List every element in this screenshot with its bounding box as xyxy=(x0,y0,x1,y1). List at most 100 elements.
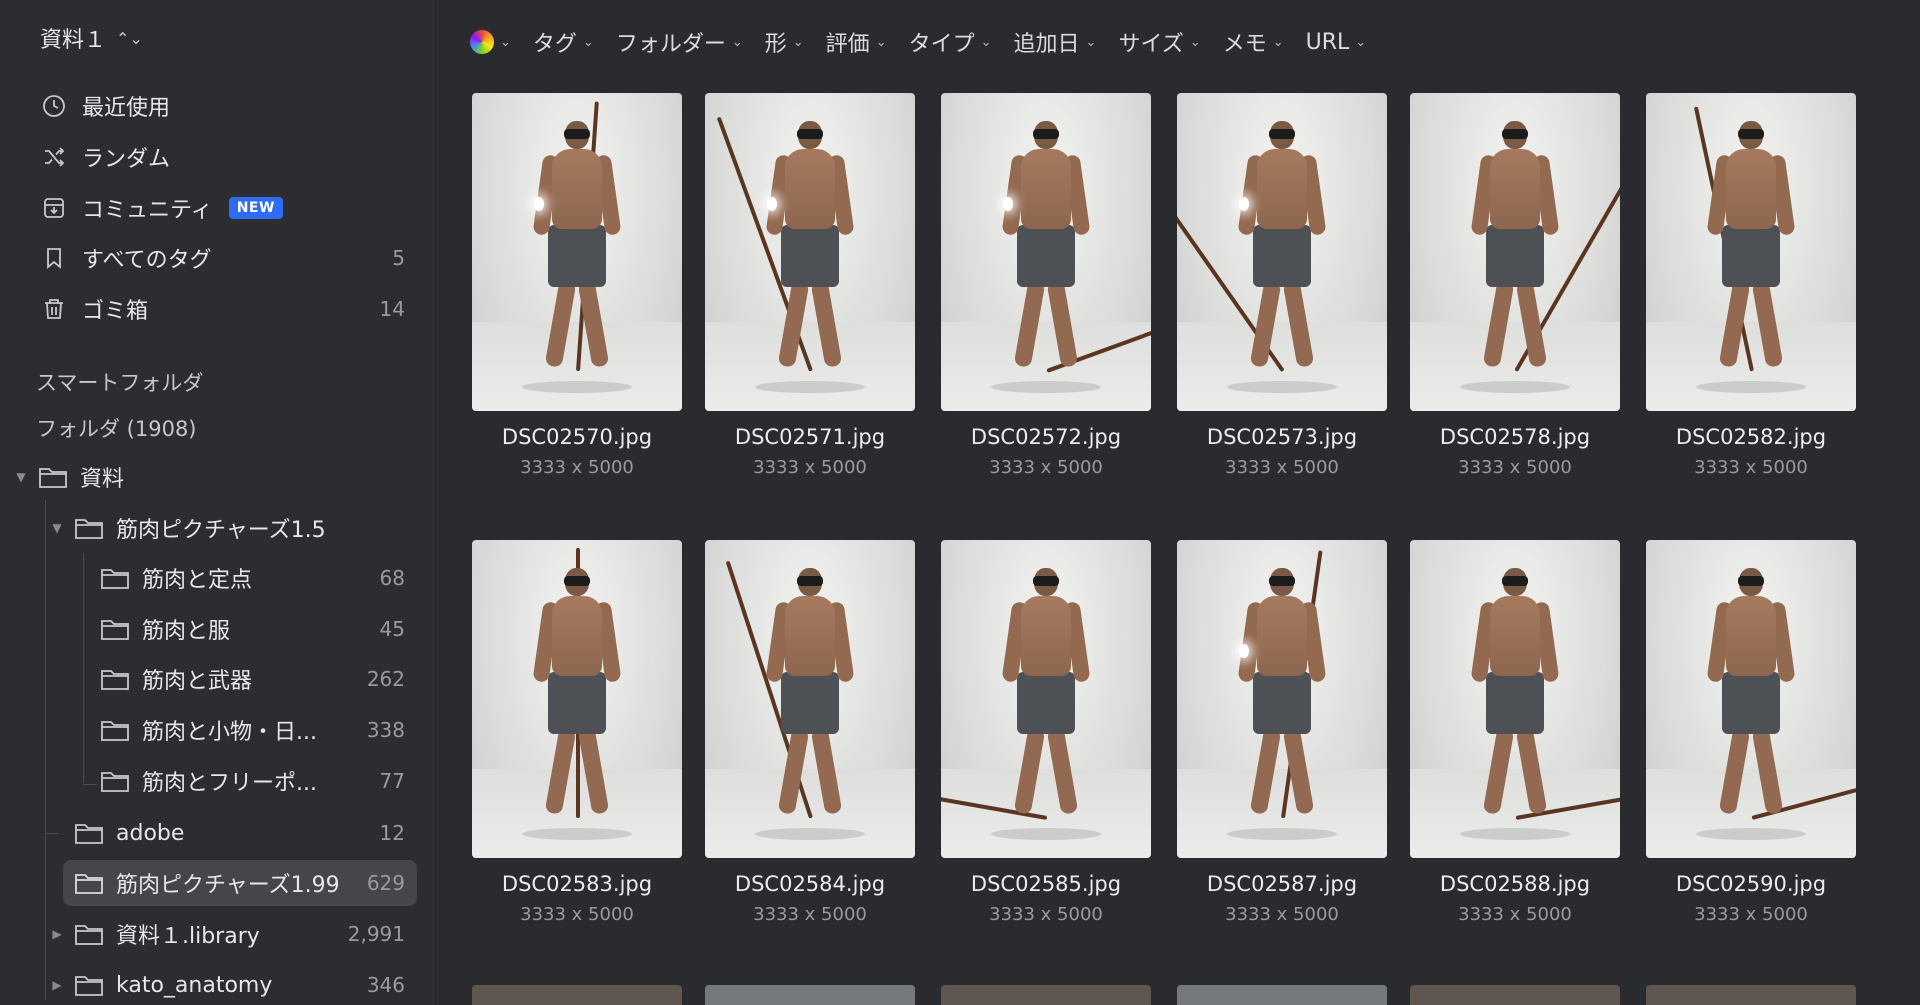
filter-folder[interactable]: フォルダー ⌄ xyxy=(616,26,743,58)
filter-tag[interactable]: タグ ⌄ xyxy=(533,26,594,58)
filter-label: URL xyxy=(1305,29,1350,55)
thumbnail-image[interactable] xyxy=(1646,93,1856,411)
file-name: DSC02590.jpg xyxy=(1675,872,1827,896)
image-card[interactable]: DSC02572.jpg 3333 x 5000 xyxy=(941,93,1151,478)
folder-count: 77 xyxy=(379,769,405,793)
folder-row[interactable]: 筋肉と定点 68 xyxy=(100,555,405,601)
library-switcher[interactable]: 資料１ ⌃⌄ xyxy=(40,22,143,54)
nav-all-tags[interactable]: すべてのタグ 5 xyxy=(40,236,405,280)
file-name: DSC02572.jpg xyxy=(970,425,1122,449)
file-dimensions: 3333 x 5000 xyxy=(1694,904,1808,925)
thumbnail-image[interactable] xyxy=(1646,540,1856,858)
figure-photo xyxy=(1237,550,1327,819)
folder-row[interactable]: 筋肉と服 45 xyxy=(100,606,405,652)
image-card[interactable]: DSC02590.jpg 3333 x 5000 xyxy=(1646,540,1856,925)
figure-photo xyxy=(1706,568,1856,820)
file-dimensions: 3333 x 5000 xyxy=(520,457,634,478)
file-name: DSC02584.jpg xyxy=(734,872,886,896)
thumbnail-image[interactable] xyxy=(1410,540,1620,858)
folder-row-shiryo[interactable]: ▼ 資料 xyxy=(14,454,405,500)
thumbnail-partial[interactable] xyxy=(1646,985,1856,1005)
nav-community[interactable]: コミュニティ NEW xyxy=(40,186,405,230)
folder-row-kinniku-15[interactable]: ▼ 筋肉ピクチャーズ1.5 xyxy=(50,505,405,551)
figure-part xyxy=(797,576,823,586)
image-card[interactable]: DSC02583.jpg 3333 x 5000 xyxy=(472,540,682,925)
nav-random[interactable]: ランダム xyxy=(40,135,405,179)
thumbnail-image[interactable] xyxy=(705,540,915,858)
chevron-down-icon: ⌄ xyxy=(1189,34,1201,50)
caret-down-icon[interactable]: ▼ xyxy=(14,470,28,484)
image-card[interactable]: DSC02573.jpg 3333 x 5000 xyxy=(1177,93,1387,478)
filter-memo[interactable]: メモ ⌄ xyxy=(1223,26,1284,58)
image-card[interactable]: DSC02578.jpg 3333 x 5000 xyxy=(1410,93,1620,478)
thumbnail-image[interactable] xyxy=(941,93,1151,411)
caret-right-icon[interactable]: ▶ xyxy=(50,927,64,941)
filter-shape[interactable]: 形 ⌄ xyxy=(765,26,804,58)
thumbnail-image[interactable] xyxy=(1177,540,1387,858)
filter-url[interactable]: URL ⌄ xyxy=(1306,30,1367,55)
folder-row[interactable]: 筋肉とフリーポ... 77 xyxy=(100,758,405,804)
folder-count: 338 xyxy=(366,718,405,742)
file-name: DSC02585.jpg xyxy=(970,872,1122,896)
folder-row[interactable]: 筋肉と小物・日... 338 xyxy=(100,707,405,753)
image-card[interactable]: DSC02585.jpg 3333 x 5000 xyxy=(941,540,1151,925)
folder-count: 12 xyxy=(379,821,405,845)
folders-heading[interactable]: フォルダ (1908) xyxy=(36,413,197,443)
color-filter[interactable]: ⌄ xyxy=(470,30,511,54)
folder-count: 2,991 xyxy=(347,922,405,946)
thumbnail-partial[interactable] xyxy=(472,985,682,1005)
figure-part xyxy=(1482,280,1515,368)
thumbnail-image[interactable] xyxy=(941,540,1151,858)
folder-icon xyxy=(100,667,130,691)
filter-rating[interactable]: 評価 ⌄ xyxy=(826,26,887,58)
image-card[interactable]: DSC02582.jpg 3333 x 5000 xyxy=(1646,93,1856,478)
caret-right-icon[interactable]: ▶ xyxy=(50,978,64,992)
image-card[interactable]: DSC02588.jpg 3333 x 5000 xyxy=(1410,540,1620,925)
figure-part xyxy=(1738,576,1764,586)
thumbnail-shadow xyxy=(522,828,632,840)
thumbnail-partial[interactable] xyxy=(705,985,915,1005)
folder-row-library[interactable]: ▶ 資料１.library 2,991 xyxy=(50,911,405,957)
thumbnail-image[interactable] xyxy=(472,540,682,858)
smart-folders-heading[interactable]: スマートフォルダ xyxy=(36,367,203,397)
folder-row-adobe[interactable]: adobe 12 xyxy=(74,810,405,856)
image-card[interactable]: DSC02587.jpg 3333 x 5000 xyxy=(1177,540,1387,925)
thumbnail-partial[interactable] xyxy=(1177,985,1387,1005)
filter-date-added[interactable]: 追加日 ⌄ xyxy=(1014,26,1097,58)
filter-size[interactable]: サイズ ⌄ xyxy=(1118,26,1200,58)
nav-trash[interactable]: ゴミ箱 14 xyxy=(40,287,405,331)
thumbnail-image[interactable] xyxy=(472,93,682,411)
folder-icon xyxy=(100,617,130,641)
nav-recent[interactable]: 最近使用 xyxy=(40,84,405,128)
thumbnail-partial[interactable] xyxy=(1410,985,1620,1005)
figure-part xyxy=(1490,149,1540,229)
figure-part xyxy=(1033,576,1059,586)
thumbnail-image[interactable] xyxy=(1410,93,1620,411)
figure-photo xyxy=(1693,106,1796,372)
caret-down-icon[interactable]: ▼ xyxy=(50,521,64,535)
folder-label: adobe xyxy=(116,820,185,846)
folder-icon xyxy=(74,973,104,997)
file-dimensions: 3333 x 5000 xyxy=(1225,904,1339,925)
nav-label: 最近使用 xyxy=(82,96,171,121)
figure-part xyxy=(1046,727,1079,815)
trash-icon xyxy=(40,295,68,323)
folder-row-selected[interactable]: 筋肉ピクチャーズ1.99 629 xyxy=(63,860,417,906)
thumbnail-image[interactable] xyxy=(1177,93,1387,411)
figure-part xyxy=(1017,672,1075,734)
folder-count: 68 xyxy=(379,566,405,590)
figure-part xyxy=(1718,727,1751,815)
folder-row-kato-anatomy[interactable]: ▶ kato_anatomy 346 xyxy=(50,962,405,1005)
image-card[interactable]: DSC02584.jpg 3333 x 5000 xyxy=(705,540,915,925)
figure-photo xyxy=(532,548,622,818)
thumbnail-partial[interactable] xyxy=(941,985,1151,1005)
image-card[interactable]: DSC02570.jpg 3333 x 5000 xyxy=(472,93,682,478)
figure-part xyxy=(1013,727,1046,815)
filter-type[interactable]: タイプ ⌄ xyxy=(909,26,992,58)
file-dimensions: 3333 x 5000 xyxy=(989,904,1103,925)
file-name: DSC02588.jpg xyxy=(1439,872,1591,896)
figure-photo xyxy=(532,101,622,372)
folder-row[interactable]: 筋肉と武器 262 xyxy=(100,656,405,702)
thumbnail-image[interactable] xyxy=(705,93,915,411)
image-card[interactable]: DSC02571.jpg 3333 x 5000 xyxy=(705,93,915,478)
